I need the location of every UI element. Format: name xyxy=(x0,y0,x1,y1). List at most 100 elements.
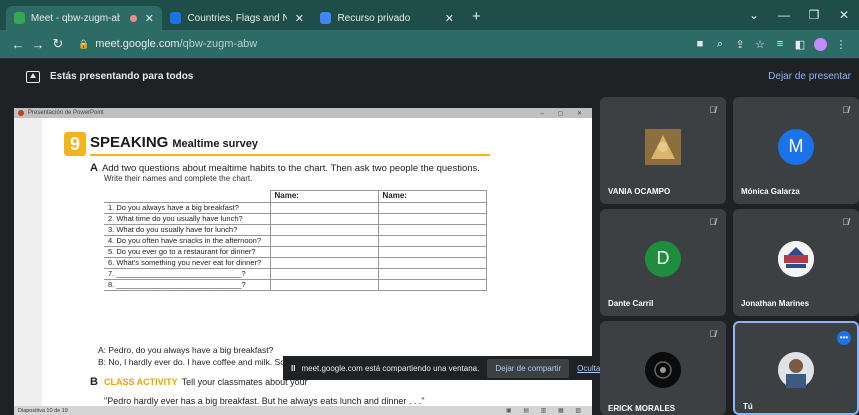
share-icon[interactable]: ⇪ xyxy=(730,38,750,51)
instruction-a: A Add two questions about mealtime habits… xyxy=(90,162,480,174)
camera-icon[interactable]: ■ xyxy=(690,38,710,50)
participant-tile[interactable]: 🎙̸ M Mónica Galarza xyxy=(733,97,859,204)
sidepanel-icon[interactable]: ◧ xyxy=(790,38,810,51)
url-field[interactable]: 🔒 meet.google.com/qbw-zugm-abw xyxy=(78,38,257,50)
present-screen-icon xyxy=(26,70,40,83)
avatar xyxy=(778,240,814,277)
table-row: 4. Do you often have snacks in the after… xyxy=(104,235,487,247)
close-window-icon[interactable]: ✕ xyxy=(829,8,859,22)
heading-rule xyxy=(90,154,490,156)
class-activity-label: CLASS ACTIVITY xyxy=(103,377,178,387)
site-icon xyxy=(320,12,332,24)
sharing-notification-bar: II meet.google.com está compartiendo una… xyxy=(283,356,603,380)
presenting-banner: Estás presentando para todos Dejar de pr… xyxy=(0,58,859,94)
back-icon[interactable]: ← xyxy=(8,37,28,52)
maximize-icon[interactable]: ❐ xyxy=(799,8,829,22)
participant-name: Mónica Galarza xyxy=(741,187,800,196)
slide-counter: Diapositiva 10 de 19 xyxy=(18,407,68,414)
minimize-icon[interactable]: — xyxy=(769,8,799,22)
address-bar: ← → ↻ 🔒 meet.google.com/qbw-zugm-abw ■ ⌕… xyxy=(0,30,859,58)
close-tab-icon[interactable]: ✕ xyxy=(295,12,304,25)
mic-muted-icon: 🎙̸ xyxy=(709,105,716,115)
mic-muted-icon: 🎙̸ xyxy=(709,329,716,339)
participant-name: VANIA OCAMPO xyxy=(608,187,671,196)
slide-heading: SPEAKING Mealtime survey xyxy=(90,134,258,151)
participant-tile-self[interactable]: ••• Tú xyxy=(733,321,859,415)
dialog-a: A: Pedro, do you always have a big break… xyxy=(98,345,274,355)
sharing-pause-icon: II xyxy=(291,363,296,373)
speaking-subtitle: Mealtime survey xyxy=(172,138,258,150)
book-spine xyxy=(14,118,42,406)
mic-muted-icon: 🎙̸ xyxy=(842,217,849,227)
survey-table: Name: Name: 1. Do you always have a big … xyxy=(104,190,487,291)
star-icon[interactable]: ☆ xyxy=(750,38,770,51)
sharing-message: meet.google.com está compartiendo una ve… xyxy=(301,363,480,373)
avatar: D xyxy=(645,240,681,277)
table-row: 5. Do you ever go to a restaurant for di… xyxy=(104,246,487,258)
site-icon xyxy=(170,12,182,24)
browser-tab-bar: Meet - qbw-zugm-abw ✕ Countries, Flags a… xyxy=(0,0,859,30)
stop-presenting-button[interactable]: Dejar de presentar xyxy=(768,71,851,82)
table-row: 2. What time do you usually have lunch? xyxy=(104,213,487,225)
recording-indicator-icon xyxy=(130,14,137,22)
instruction-sub: Write their names and complete the chart… xyxy=(104,174,253,183)
participant-name: Tú xyxy=(743,402,753,411)
participant-tile[interactable]: 🎙̸ D Dante Carril xyxy=(600,209,726,316)
toolbar-icons: ■ ⌕ ⇪ ☆ ≡ ◧ ⋮ xyxy=(690,30,851,58)
tab-title: Recurso privado xyxy=(337,12,411,24)
more-options-icon[interactable]: ••• xyxy=(837,331,851,345)
instruction-letter: A xyxy=(90,162,98,174)
url-path: /qbw-zugm-abw xyxy=(179,38,258,50)
media-icon[interactable]: ≡ xyxy=(770,38,790,50)
unit-number: 9 xyxy=(64,132,86,156)
name-header-1: Name: xyxy=(269,190,379,203)
window-title: Presentación de PowerPoint xyxy=(28,110,104,116)
profile-avatar-icon[interactable] xyxy=(814,37,827,51)
avatar xyxy=(778,352,814,388)
avatar xyxy=(645,128,681,165)
name-header-2: Name: xyxy=(377,190,487,203)
powerpoint-titlebar: Presentación de PowerPoint – ▢ ✕ xyxy=(14,108,592,118)
zoom-icon[interactable]: ⌕ xyxy=(710,38,730,51)
table-row: 3. What do you usually have for lunch? xyxy=(104,224,487,236)
tab-countries[interactable]: Countries, Flags and Nationalitie ✕ xyxy=(162,6,312,30)
class-activity: B CLASS ACTIVITY Tell your classmates abou… xyxy=(90,376,308,388)
avatar: M xyxy=(778,128,814,165)
participant-tile[interactable]: 🎙̸ ERICK MORALES xyxy=(600,321,726,415)
tab-title: Countries, Flags and Nationalitie xyxy=(187,12,287,24)
close-tab-icon[interactable]: ✕ xyxy=(445,12,454,25)
participant-name: Jonathan Marines xyxy=(741,299,810,308)
section-b-letter: B xyxy=(90,376,98,388)
mic-muted-icon: 🎙̸ xyxy=(709,217,716,227)
table-row: 1. Do you always have a big breakfast? xyxy=(104,202,487,214)
mic-muted-icon: 🎙̸ xyxy=(842,105,849,115)
new-tab-button[interactable]: + xyxy=(462,6,491,30)
url-host: meet.google.com xyxy=(95,38,180,50)
reload-icon[interactable]: ↻ xyxy=(48,36,68,52)
participant-tile[interactable]: 🎙̸ VANIA OCAMPO xyxy=(600,97,726,204)
close-tab-icon[interactable]: ✕ xyxy=(145,12,154,25)
instruction-text: Add two questions about mealtime habits … xyxy=(101,163,480,174)
chevron-down-icon[interactable]: ⌄ xyxy=(739,8,769,22)
question-header xyxy=(104,191,270,203)
stop-sharing-button[interactable]: Dejar de compartir xyxy=(487,358,570,378)
participant-tile[interactable]: 🎙̸ Jonathan Marines xyxy=(733,209,859,316)
tab-meet[interactable]: Meet - qbw-zugm-abw ✕ xyxy=(6,6,162,30)
window-controls-icon: – ▢ ✕ xyxy=(540,110,588,117)
participant-name: ERICK MORALES xyxy=(608,404,676,413)
table-row: 6. What's something you never eat for di… xyxy=(104,257,487,269)
participant-name: Dante Carril xyxy=(608,299,654,308)
avatar xyxy=(645,352,681,388)
presenting-text: Estás presentando para todos xyxy=(50,71,194,82)
menu-icon[interactable]: ⋮ xyxy=(831,38,851,51)
window-controls: ⌄ — ❐ ✕ xyxy=(739,0,859,30)
powerpoint-icon xyxy=(18,110,24,116)
meet-icon xyxy=(14,12,25,24)
powerpoint-statusbar: Diapositiva 10 de 19 ▣ ▤ ▥ ▦ ▧ xyxy=(14,406,592,415)
tab-recurso[interactable]: Recurso privado ✕ xyxy=(312,6,462,30)
tab-title: Meet - qbw-zugm-abw xyxy=(30,12,121,24)
forward-icon[interactable]: → xyxy=(28,37,48,52)
table-row: 7. ______________________________? xyxy=(104,268,487,280)
lock-icon: 🔒 xyxy=(78,38,90,49)
speaking-title: SPEAKING xyxy=(90,134,169,151)
